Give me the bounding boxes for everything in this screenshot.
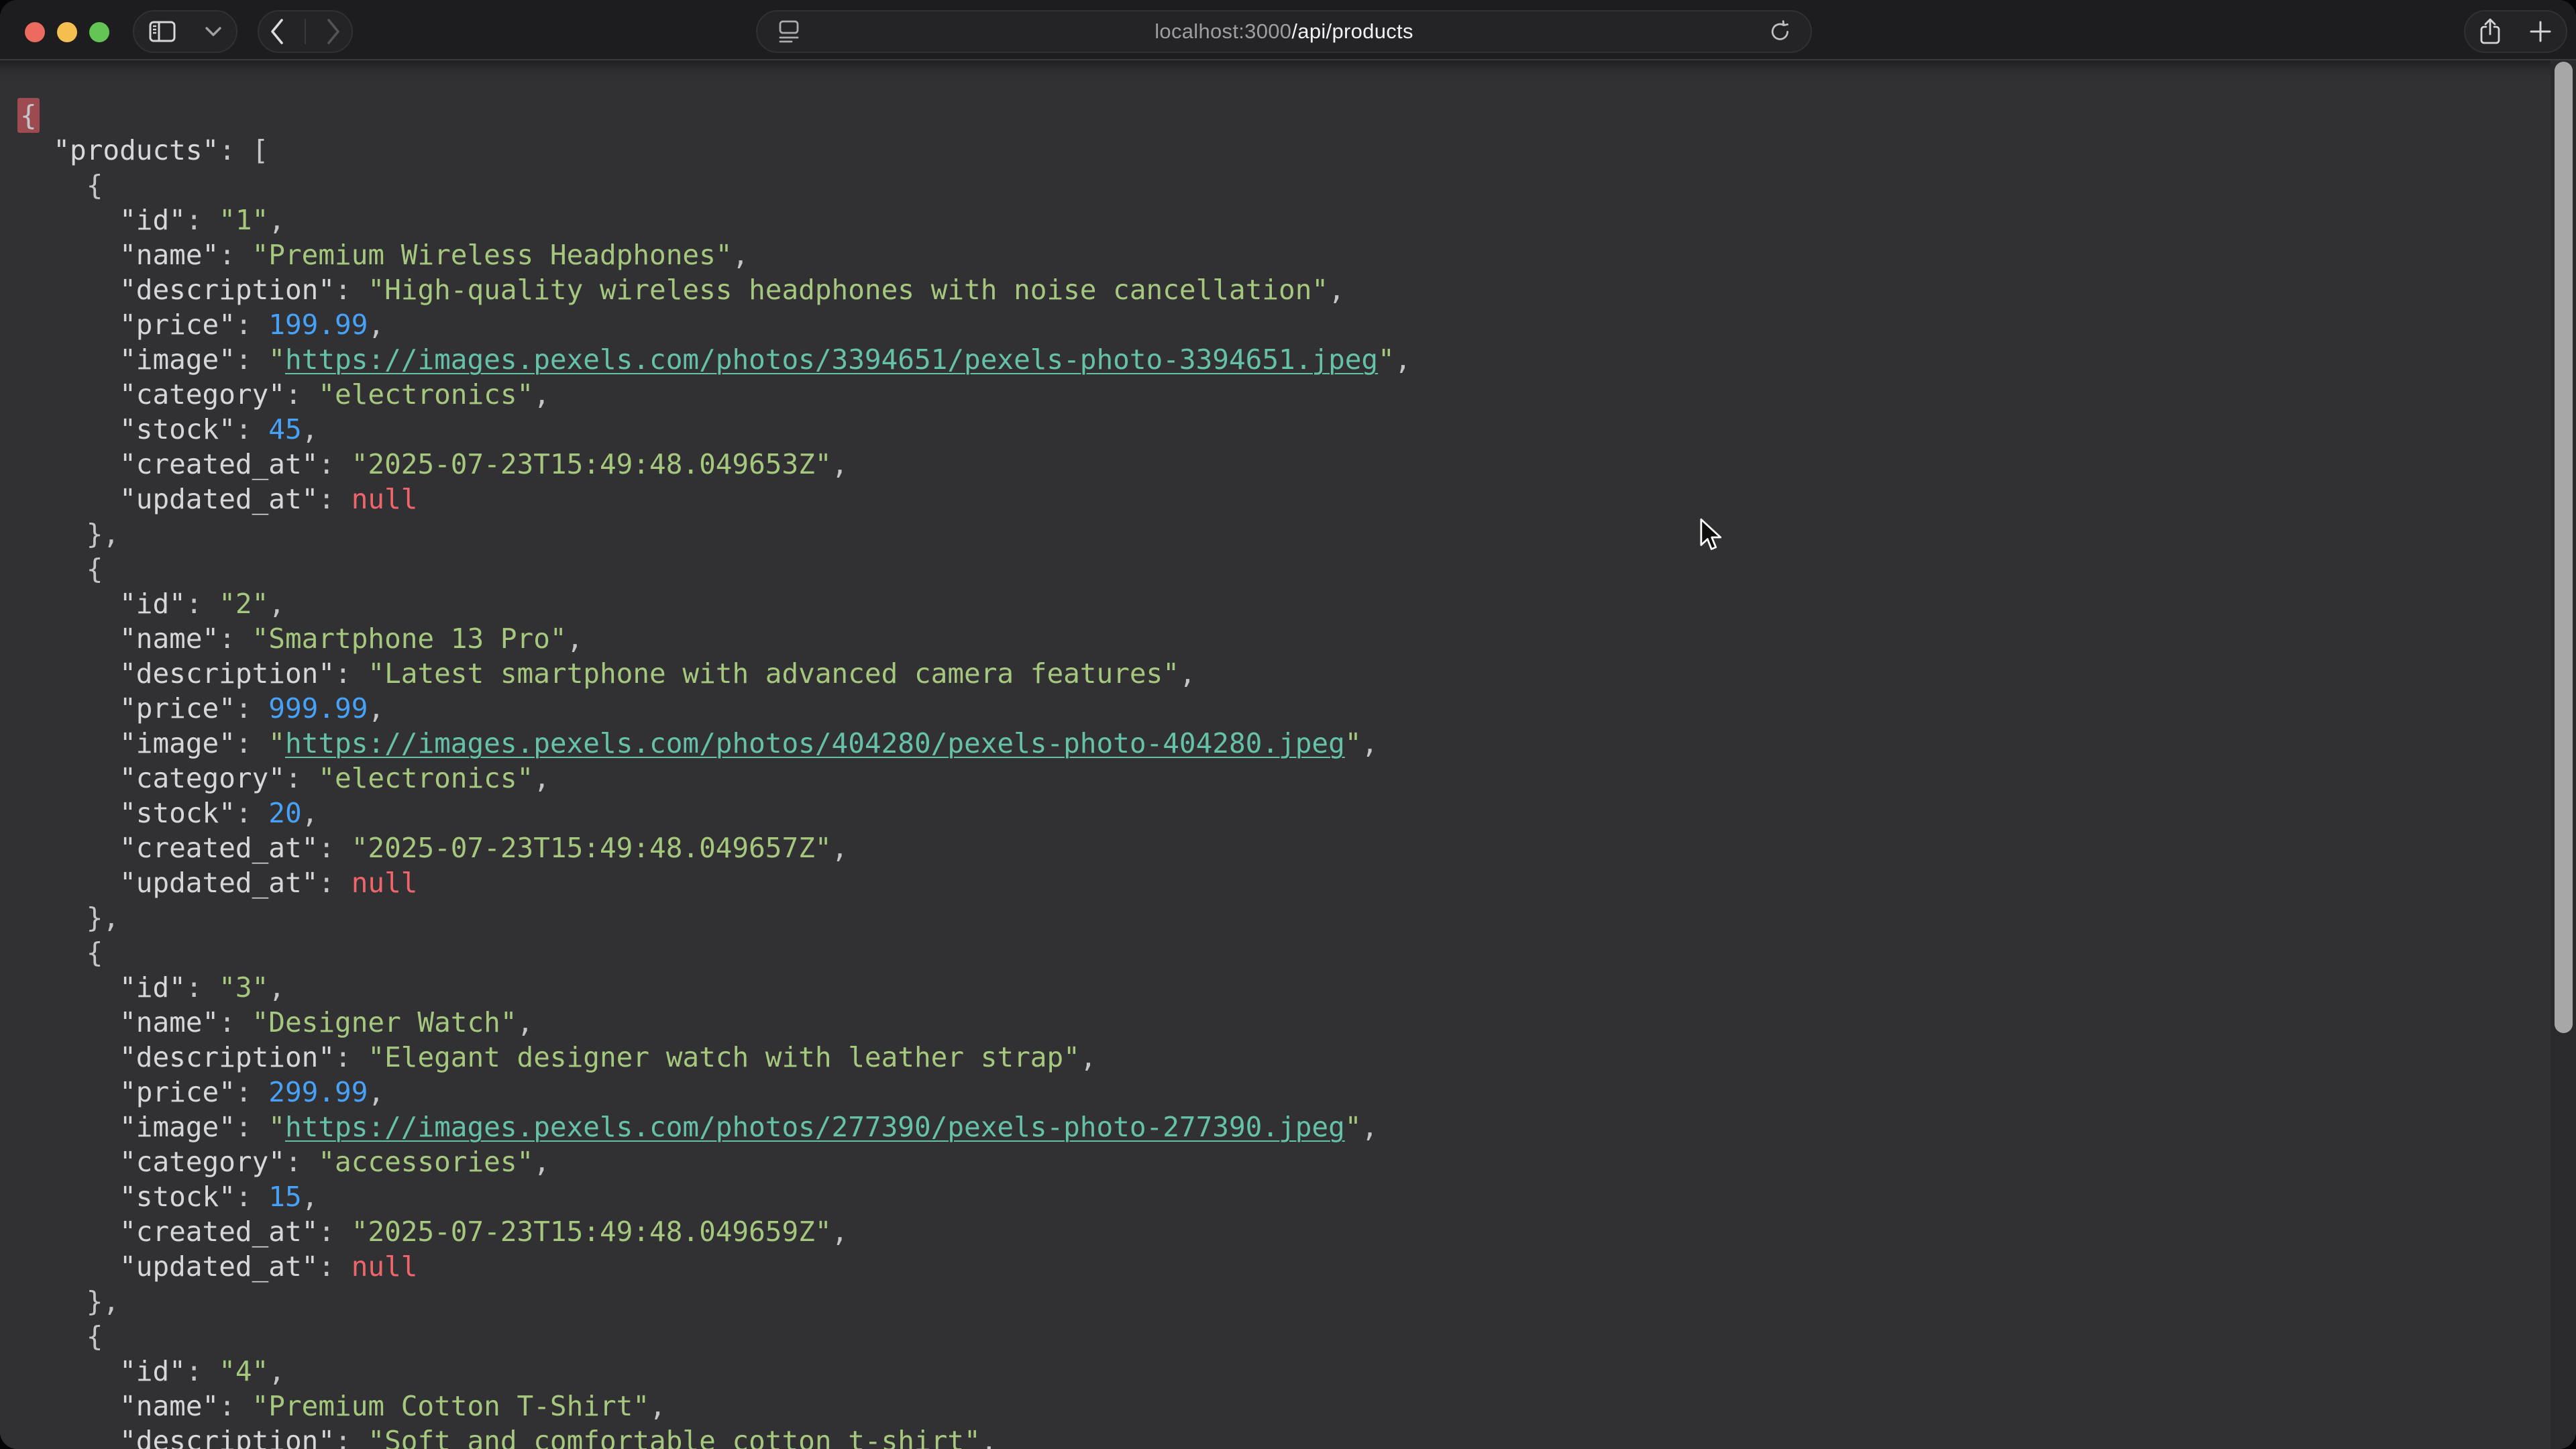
nav-pill	[258, 10, 353, 53]
scrollbar-thumb[interactable]	[2555, 62, 2573, 1033]
chevron-down-icon	[205, 26, 222, 37]
forward-button[interactable]	[325, 17, 341, 46]
page-settings-button[interactable]	[779, 19, 799, 44]
minimize-button[interactable]	[57, 22, 77, 42]
url-path: /api/products	[1291, 19, 1413, 44]
image-url-link[interactable]: https://images.pexels.com/photos/277390/…	[285, 1111, 1345, 1143]
share-icon	[2479, 17, 2501, 46]
nav-divider	[305, 19, 306, 44]
safari-window: localhost:3000/api/products	[0, 0, 2576, 1449]
reload-button[interactable]	[1769, 20, 1792, 43]
json-viewer: { "products": [ { "id": "1", "name": "Pr…	[0, 60, 2576, 1449]
share-button[interactable]	[2479, 17, 2501, 46]
sidebar-icon	[149, 21, 176, 42]
chevron-left-icon	[269, 17, 285, 46]
plus-icon	[2529, 20, 2552, 43]
page-settings-icon	[779, 19, 799, 44]
zoom-button[interactable]	[89, 22, 109, 42]
image-url-link[interactable]: https://images.pexels.com/photos/404280/…	[285, 727, 1345, 759]
actions-pill	[2464, 10, 2567, 53]
sidebar-toggle-button[interactable]	[149, 21, 176, 42]
url-text: localhost:3000/api/products	[757, 11, 1811, 52]
image-url-link[interactable]: https://images.pexels.com/photos/3394651…	[285, 343, 1378, 376]
sidebar-pill	[133, 10, 237, 53]
new-tab-button[interactable]	[2529, 20, 2552, 43]
close-button[interactable]	[25, 22, 45, 42]
json-response-body: { "products": [ { "id": "1", "name": "Pr…	[0, 60, 2576, 1449]
browser-toolbar: localhost:3000/api/products	[0, 0, 2576, 60]
reload-icon	[1769, 20, 1792, 43]
url-host: localhost:3000	[1155, 19, 1291, 44]
back-button[interactable]	[269, 17, 285, 46]
address-bar[interactable]: localhost:3000/api/products	[756, 10, 1812, 53]
sidebar-menu-button[interactable]	[205, 26, 222, 37]
chevron-right-icon	[325, 17, 341, 46]
